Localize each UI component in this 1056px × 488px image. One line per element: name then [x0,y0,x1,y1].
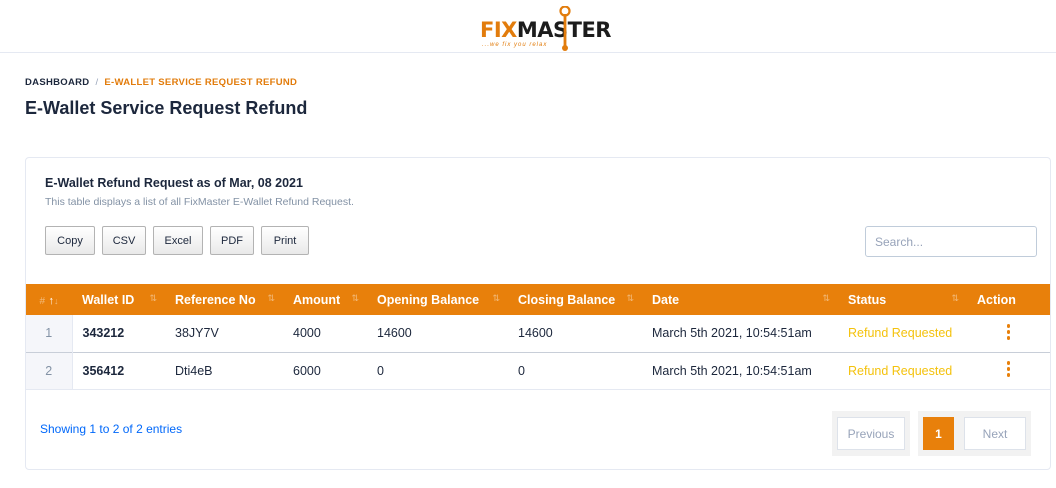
more-options-icon[interactable] [1006,322,1011,343]
previous-page-button[interactable]: Previous [837,417,905,450]
opening-balance-cell: 0 [377,363,384,378]
wrench-icon [559,6,571,51]
column-header-amount[interactable]: Amount ⇅ [283,284,367,315]
column-header-status[interactable]: Status ⇅ [838,284,967,315]
pagination-current-wrap: 1 [918,411,959,456]
table-info: Showing 1 to 2 of 2 entries [40,422,183,436]
sort-icon: ⇅ [351,293,359,303]
closing-balance-cell: 0 [518,363,525,378]
pagination-next-wrap: Next [959,411,1031,456]
sort-icon: ⇅ [822,293,830,303]
top-navbar: FIXMASTER ...we fix you relax [0,0,1056,53]
refund-requests-table: # ↑↓ Wallet ID ⇅ Reference No ⇅ Amount ⇅ Op… [26,284,1050,390]
breadcrumb: DASHBOARD / E-WALLET SERVICE REQUEST REFUN… [25,77,297,88]
print-button[interactable]: Print [261,226,309,255]
pdf-button[interactable]: PDF [210,226,254,255]
more-options-icon[interactable] [1006,359,1011,380]
sort-icon: ⇅ [492,293,500,303]
sort-icon: ⇅ [951,293,959,303]
amount-cell: 6000 [293,363,321,378]
column-header-closing-balance[interactable]: Closing Balance ⇅ [508,284,642,315]
export-buttons: Copy CSV Excel PDF Print [45,226,309,255]
wallet-id-cell: 356412 [82,363,125,378]
date-cell: March 5th 2021, 10:54:51am [652,363,812,378]
next-page-button[interactable]: Next [964,417,1026,450]
page-title: E-Wallet Service Request Refund [25,98,308,118]
sort-icon: ⇅ [267,293,275,303]
csv-button[interactable]: CSV [102,226,146,255]
pagination-prev-wrap: Previous [832,411,910,456]
reference-no-cell: 38JY7V [175,326,219,341]
logo-tagline: ...we fix you relax [482,42,548,48]
card-title: E-Wallet Refund Request as of Mar, 08 20… [45,176,303,190]
copy-button[interactable]: Copy [45,226,95,255]
column-header-wallet-id[interactable]: Wallet ID ⇅ [72,284,165,315]
fixmaster-logo[interactable]: FIXMASTER ...we fix you relax [478,6,611,52]
excel-button[interactable]: Excel [153,226,203,255]
action-cell [967,352,1050,389]
sort-desc-icon: ↓ [54,295,59,306]
reference-no-cell: Dti4eB [175,363,213,378]
column-header-action: Action [977,292,1016,307]
refund-table-card: E-Wallet Refund Request as of Mar, 08 20… [25,157,1051,470]
closing-balance-cell: 14600 [518,326,553,341]
table-row: 2 356412 Dti4eB 6000 0 0 March 5th 2021,… [26,352,1050,389]
breadcrumb-current: E-WALLET SERVICE REQUEST REFUND [104,77,298,88]
wallet-id-cell: 343212 [82,326,125,341]
breadcrumb-dashboard-link[interactable]: DASHBOARD [25,77,89,88]
column-header-opening-balance[interactable]: Opening Balance ⇅ [367,284,508,315]
card-subtitle: This table displays a list of all FixMas… [45,196,354,208]
pagination: Previous 1 Next [832,411,1031,456]
table-header-row: # ↑↓ Wallet ID ⇅ Reference No ⇅ Amount ⇅ Op… [26,284,1050,315]
search-input[interactable] [865,226,1037,257]
breadcrumb-separator: / [95,77,99,88]
column-header-reference-no[interactable]: Reference No ⇅ [165,284,283,315]
row-index: 2 [26,352,73,389]
status-badge: Refund Requested [848,326,953,341]
page-1-button[interactable]: 1 [923,417,954,450]
logo-wordmark: FIXMASTER [480,18,611,42]
action-cell [967,315,1050,352]
status-badge: Refund Requested [848,363,953,378]
sort-icon: ⇅ [149,293,157,303]
column-header-index[interactable]: # ↑↓ [26,284,72,315]
date-cell: March 5th 2021, 10:54:51am [652,326,812,341]
column-header-date[interactable]: Date ⇅ [642,284,838,315]
amount-cell: 4000 [293,326,321,341]
row-index: 1 [26,315,73,352]
table-row: 1 343212 38JY7V 4000 14600 14600 March 5… [26,315,1050,352]
sort-icon: ⇅ [626,293,634,303]
opening-balance-cell: 14600 [377,326,412,341]
